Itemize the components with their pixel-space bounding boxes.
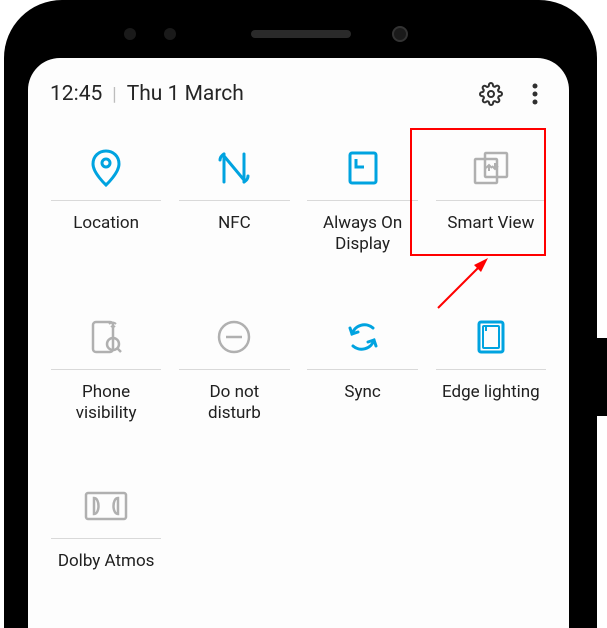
settings-icon[interactable] [479,82,503,106]
phone-visibility-icon [89,315,123,359]
tile-divider [51,538,161,539]
tile-divider [51,369,161,370]
tile-label: Smart View [447,213,534,257]
side-button [597,338,607,416]
phone-frame: 12:45 | Thu 1 March [4,0,597,628]
tile-divider [307,200,417,201]
tile-do-not-disturb[interactable]: Do not disturb [170,297,298,436]
tile-always-on-display[interactable]: Always On Display [299,128,427,267]
tile-smart-view[interactable]: Smart View [427,128,555,267]
sync-icon [347,315,379,359]
clock-date: Thu 1 March [127,82,459,106]
do-not-disturb-icon [217,315,251,359]
tile-location[interactable]: Location [42,128,170,267]
screen: 12:45 | Thu 1 March [28,58,569,628]
tile-divider [436,369,546,370]
nfc-icon [218,146,250,190]
smart-view-icon [473,146,509,190]
tile-edge-lighting[interactable]: Edge lighting [427,297,555,436]
dolby-atmos-icon [84,484,128,528]
tile-label: Phone visibility [76,382,137,426]
edge-lighting-icon [476,315,506,359]
sensor-hole [164,28,176,40]
tile-label: Location [73,213,139,257]
tile-dolby-atmos[interactable]: Dolby Atmos [42,466,170,605]
tile-divider [51,200,161,201]
tile-label: Do not disturb [208,382,261,426]
always-on-display-icon [348,146,378,190]
clock-time: 12:45 [50,82,102,106]
sensor-hole [124,28,136,40]
location-icon [90,146,122,190]
tile-divider [436,200,546,201]
tile-divider [307,369,417,370]
status-bar: 12:45 | Thu 1 March [42,58,555,124]
tile-divider [179,200,289,201]
tile-label: Always On Display [323,213,402,257]
more-icon[interactable] [523,82,547,106]
tile-sync[interactable]: Sync [299,297,427,436]
front-camera [392,26,408,42]
tile-label: Edge lighting [442,382,540,426]
quick-settings-grid: Location NFC [42,128,555,605]
tile-phone-visibility[interactable]: Phone visibility [42,297,170,436]
speaker-grille [251,30,351,38]
status-divider: | [112,84,116,105]
tile-label: NFC [218,213,251,257]
tile-label: Dolby Atmos [58,551,155,595]
tile-label: Sync [344,382,380,426]
tile-nfc[interactable]: NFC [170,128,298,267]
tile-divider [179,369,289,370]
